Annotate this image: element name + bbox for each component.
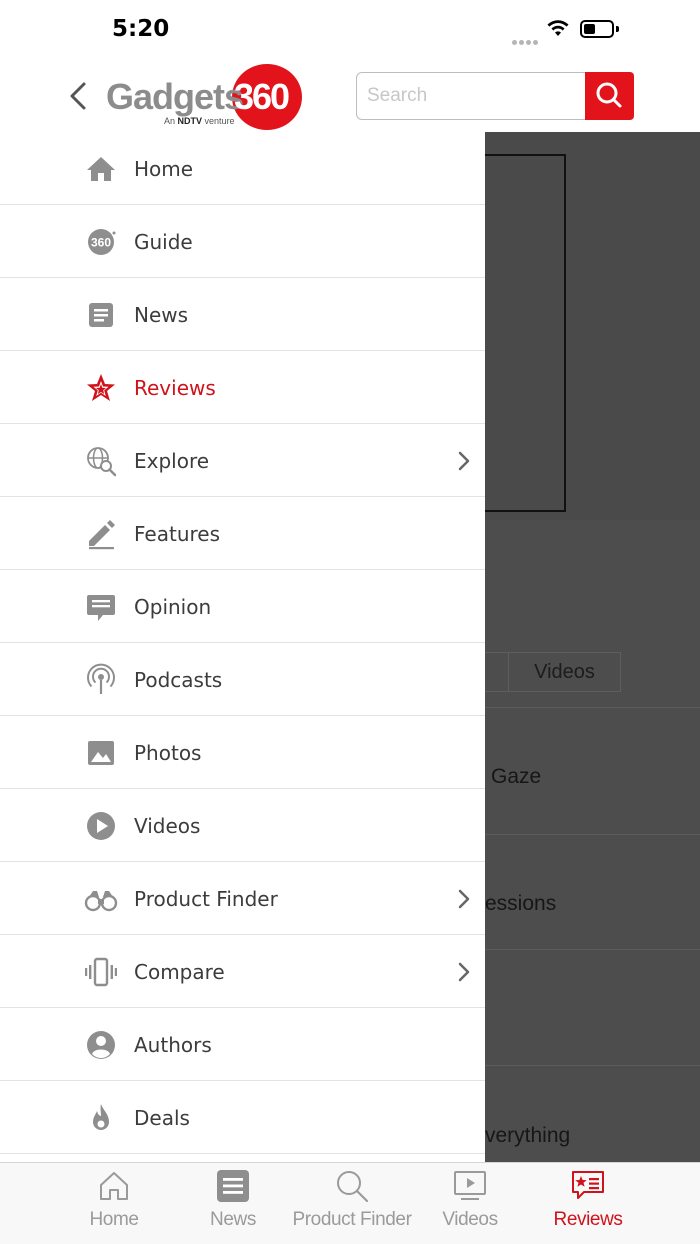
- logo-tagline: An NDTV venture: [164, 116, 235, 126]
- drawer-item-label: Photos: [134, 741, 202, 765]
- image-icon: [88, 741, 114, 765]
- drawer-item-label: Home: [134, 157, 194, 181]
- drawer-item-deals[interactable]: Deals: [0, 1081, 485, 1154]
- drawer-item-compare[interactable]: Compare: [0, 935, 485, 1008]
- drawer-item-news[interactable]: News: [0, 278, 485, 351]
- drawer-item-label: Features: [134, 522, 220, 546]
- content-tab-videos[interactable]: Videos: [508, 652, 621, 692]
- reviews-icon: [572, 1171, 604, 1199]
- drawer-item-podcasts[interactable]: Podcasts: [0, 643, 485, 716]
- gadgets360-logo[interactable]: Gadgets 360 An NDTV venture: [106, 64, 316, 130]
- explore-globe-icon: [87, 447, 117, 477]
- drawer-item-explore[interactable]: Explore: [0, 424, 485, 497]
- drawer-item-label: News: [134, 303, 189, 327]
- flame-icon: [93, 1104, 109, 1130]
- tab-reviews[interactable]: Reviews: [518, 1163, 658, 1244]
- article-title-fragment[interactable]: Gaze: [491, 765, 541, 789]
- search-icon: [337, 1171, 369, 1203]
- search-icon: [596, 82, 622, 108]
- guide-360-icon: 360: [88, 229, 116, 255]
- chevron-right-icon: [458, 962, 470, 982]
- battery-icon: [580, 20, 614, 38]
- drawer-item-label: Deals: [134, 1106, 190, 1130]
- drawer-item-label: Opinion: [134, 595, 212, 619]
- signal-dots-icon: [512, 32, 540, 50]
- back-button[interactable]: [62, 76, 98, 116]
- drawer-item-features[interactable]: Features: [0, 497, 485, 570]
- dimmed-page-content[interactable]: n Videos Gaze essions verything: [485, 132, 700, 1162]
- pencil-icon: [89, 520, 115, 550]
- drawer-item-label: Reviews: [134, 376, 216, 400]
- drawer-item-authors[interactable]: Authors: [0, 1008, 485, 1081]
- wifi-icon: [547, 20, 569, 36]
- app-header: Gadgets 360 An NDTV venture Search: [0, 60, 700, 132]
- drawer-item-label: Product Finder: [134, 887, 278, 911]
- drawer-item-label: Authors: [134, 1033, 212, 1057]
- status-bar: 5:20: [0, 0, 700, 60]
- search-input[interactable]: Search: [356, 72, 586, 120]
- binoculars-icon: [84, 891, 118, 912]
- article-title-fragment[interactable]: verything: [485, 1124, 570, 1148]
- content-tab-partial[interactable]: n: [485, 652, 509, 692]
- home-outline-icon: [100, 1172, 128, 1200]
- star-icon: [87, 374, 115, 401]
- article-image-frame: [485, 154, 566, 512]
- drawer-item-photos[interactable]: Photos: [0, 716, 485, 789]
- video-icon: [454, 1171, 486, 1200]
- drawer-item-label: Videos: [134, 814, 201, 838]
- drawer-item-label: Compare: [134, 960, 225, 984]
- user-circle-icon: [87, 1031, 115, 1059]
- podcast-icon: [87, 663, 115, 694]
- drawer-item-label: Explore: [134, 449, 210, 473]
- drawer-item-videos[interactable]: Videos: [0, 789, 485, 862]
- chevron-right-icon: [458, 889, 470, 909]
- news-icon: [89, 303, 113, 327]
- bottom-tab-bar: Home News Product Finder Videos Reviews: [0, 1162, 700, 1244]
- news-icon: [217, 1170, 249, 1202]
- status-time: 5:20: [112, 16, 170, 42]
- drawer-item-opinion[interactable]: Opinion: [0, 570, 485, 643]
- search-button[interactable]: [585, 72, 634, 120]
- article-title-fragment[interactable]: essions: [485, 892, 556, 916]
- tab-label: Reviews: [553, 1209, 623, 1230]
- home-icon: [87, 157, 115, 181]
- drawer-item-reviews[interactable]: Reviews: [0, 351, 485, 424]
- logo-text: Gadgets: [106, 76, 244, 117]
- drawer-item-guide[interactable]: 360 Guide: [0, 205, 485, 278]
- drawer-item-product-finder[interactable]: Product Finder: [0, 862, 485, 935]
- drawer-item-home[interactable]: Home: [0, 132, 485, 205]
- logo-number: 360: [234, 76, 290, 117]
- play-circle-icon: [87, 812, 115, 840]
- drawer-item-label: Guide: [134, 230, 193, 254]
- drawer-item-label: Podcasts: [134, 668, 223, 692]
- chat-bubble-icon: [87, 595, 115, 621]
- chevron-right-icon: [458, 451, 470, 471]
- navigation-drawer: Home 360 Guide News Reviews Explore Feat…: [0, 132, 485, 1162]
- compare-icon: [85, 957, 117, 987]
- svg-text:360: 360: [91, 236, 111, 250]
